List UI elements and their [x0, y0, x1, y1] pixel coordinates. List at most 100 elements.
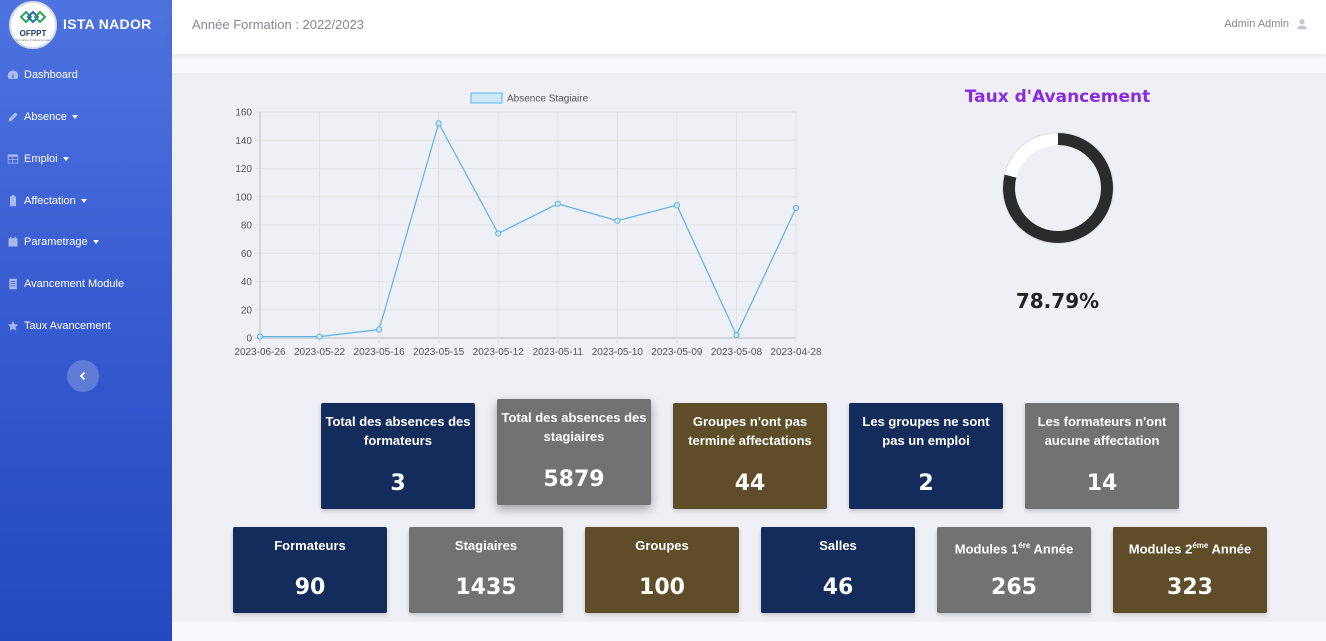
stat-value: 46 — [822, 575, 854, 600]
stat-label: Les groupes ne sont pas un emploi — [862, 414, 990, 448]
y-tick-label: 0 — [246, 334, 252, 345]
stat-value: 5879 — [543, 467, 605, 492]
user-icon — [1297, 19, 1307, 30]
data-point — [614, 217, 621, 224]
stat-label: Total des absences des stagiaires — [501, 410, 647, 444]
sidebar-item-label: Taux Avancement — [24, 320, 111, 332]
stat-label: Salles — [819, 538, 857, 553]
x-tick-label: 2023-05-16 — [354, 347, 406, 358]
sidebar-item-absence[interactable]: Absence — [0, 105, 172, 129]
stat-value: 100 — [639, 575, 685, 600]
y-tick-label: 20 — [241, 305, 253, 316]
data-point — [673, 202, 680, 209]
pencil-icon — [6, 111, 19, 124]
y-tick-label: 160 — [235, 108, 252, 119]
stat-card-absences-formateurs[interactable]: Total des absences des formateurs 3 — [321, 403, 475, 509]
x-tick-label: 2023-05-09 — [651, 347, 703, 358]
stat-value: 265 — [991, 575, 1037, 600]
sidebar-item-affectation[interactable]: Affectation — [0, 189, 172, 213]
stat-label: Stagiaires — [454, 538, 518, 553]
document-icon — [6, 278, 19, 291]
data-point — [554, 200, 561, 207]
user-menu[interactable]: Admin Admin — [1224, 18, 1308, 30]
stat-label: Les formateurs n'ont aucune affectation — [1037, 414, 1167, 448]
stat-value: 323 — [1167, 575, 1213, 600]
x-tick-label: 2023-06-26 — [234, 347, 286, 358]
data-point — [792, 204, 800, 212]
sidebar-item-label: Avancement Module — [24, 278, 125, 290]
stat-label: Formateurs — [274, 538, 346, 553]
sidebar-item-parametrage[interactable]: Parametrage — [0, 230, 172, 254]
taux-title: Taux d'Avancement — [964, 87, 1151, 107]
dashboard-icon — [6, 69, 19, 82]
user-name: Admin Admin — [1224, 18, 1289, 30]
clipboard-icon — [6, 195, 19, 208]
y-tick-label: 60 — [241, 249, 253, 260]
academic-year-label: Année Formation : 2022/2023 — [192, 17, 365, 32]
y-tick-label: 120 — [235, 164, 252, 175]
sidebar-item-label: Emploi — [24, 153, 58, 165]
data-point — [256, 333, 264, 340]
calendar-icon — [6, 236, 19, 249]
logo-text: OFPPT — [19, 29, 47, 38]
stat-label: Total des absences des formateurs — [325, 414, 471, 448]
stat-card-groupes-affectations[interactable]: Groupes n'ont pas terminé affectations 4… — [673, 403, 827, 509]
x-tick-label: 2023-05-10 — [592, 347, 644, 358]
stat-card-modules-2eme-annee[interactable]: Modules 2éme Année 323 — [1113, 527, 1267, 613]
topbar: Année Formation : 2022/2023 Admin Admin — [172, 0, 1326, 54]
caret-down-icon — [92, 240, 99, 244]
sidebar-item-label: Parametrage — [24, 236, 88, 248]
stat-card-absences-stagiaires[interactable]: Total des absences des stagiaires 5879 — [497, 399, 651, 505]
stat-card-groupes[interactable]: Groupes 100 — [585, 527, 739, 613]
logo-subtext: Formation Professionnelle — [15, 38, 51, 42]
x-tick-label: 2023-05-12 — [473, 347, 525, 358]
stat-card-salles[interactable]: Salles 46 — [761, 527, 915, 613]
sidebar-toggle-button[interactable] — [67, 360, 99, 392]
stat-value: 14 — [1086, 471, 1118, 496]
x-tick-label: 2023-05-22 — [294, 347, 346, 358]
sidebar-item-label: Affectation — [24, 195, 76, 207]
x-tick-label: 2023-05-15 — [413, 347, 465, 358]
sidebar-item-avancement-module[interactable]: Avancement Module — [0, 272, 172, 296]
caret-down-icon — [71, 115, 78, 119]
y-tick-label: 140 — [235, 136, 252, 147]
stat-card-formateurs-affectation[interactable]: Les formateurs n'ont aucune affectation … — [1025, 403, 1179, 509]
stat-card-groupes-emploi[interactable]: Les groupes ne sont pas un emploi 2 — [849, 403, 1003, 509]
progress-donut — [1002, 132, 1114, 244]
taux-value: 78.79% — [1015, 289, 1100, 313]
chevron-left-icon — [79, 371, 86, 381]
sidebar-item-label: Absence — [24, 111, 67, 123]
y-tick-label: 40 — [241, 277, 253, 288]
sidebar-item-dashboard[interactable]: Dashboard — [0, 63, 172, 87]
sidebar-item-emploi[interactable]: Emploi — [0, 147, 172, 171]
data-point — [316, 333, 323, 340]
y-tick-label: 80 — [241, 221, 253, 232]
stat-label: Modules 1ére Année — [954, 541, 1074, 557]
table-icon — [6, 153, 19, 166]
brand-name: ISTA NADOR — [63, 16, 152, 32]
x-tick-label: 2023-05-08 — [711, 347, 763, 358]
data-point — [376, 326, 383, 333]
stat-label: Modules 2éme Année — [1128, 541, 1252, 557]
y-tick-label: 100 — [235, 192, 252, 203]
caret-down-icon — [62, 157, 69, 161]
stat-card-formateurs[interactable]: Formateurs 90 — [233, 527, 387, 613]
sidebar-item-taux-avancement[interactable]: Taux Avancement — [0, 314, 172, 338]
legend-label: Absence Stagiaire — [507, 94, 589, 105]
caret-down-icon — [80, 199, 87, 203]
stat-card-stagiaires[interactable]: Stagiaires 1435 — [409, 527, 563, 613]
x-tick-label: 2023-05-11 — [533, 347, 584, 358]
star-icon — [6, 320, 19, 333]
stat-value: 1435 — [455, 575, 517, 600]
stat-card-modules-1ere-annee[interactable]: Modules 1ére Année 265 — [937, 527, 1091, 613]
sidebar: OFPPT Formation Professionnelle ISTA NAD… — [0, 0, 172, 641]
data-point — [435, 120, 442, 127]
stat-label: Groupes — [635, 538, 689, 553]
brand[interactable]: OFPPT Formation Professionnelle ISTA NAD… — [0, 0, 172, 50]
series-line — [260, 121, 797, 338]
data-point — [495, 230, 502, 237]
stat-value: 90 — [294, 575, 326, 600]
stat-value: 3 — [390, 471, 406, 496]
stat-value: 44 — [734, 471, 766, 496]
stat-value: 2 — [918, 471, 934, 496]
